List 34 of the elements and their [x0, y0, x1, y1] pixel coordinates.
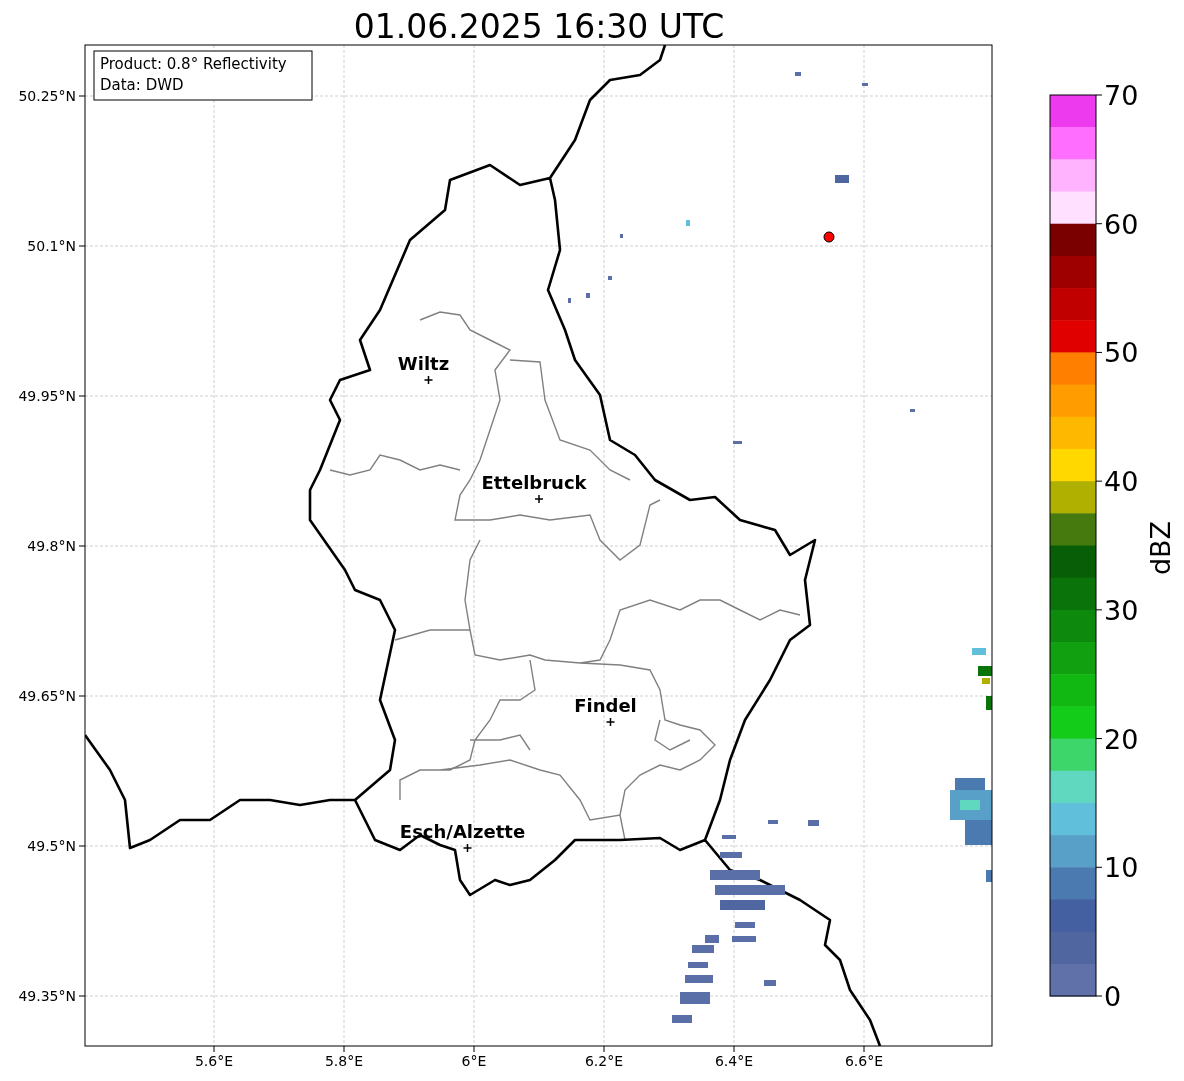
- latitude-label: 49.5°N: [27, 838, 76, 854]
- colorbar-tick-label: 20: [1104, 723, 1139, 755]
- colorbar-tick-label: 10: [1104, 852, 1139, 884]
- location-marker: [823, 231, 835, 243]
- colorbar-tick-label: 30: [1104, 594, 1139, 626]
- colorbar-tick-label: 0: [1104, 981, 1122, 1012]
- latitude-label: 49.95°N: [18, 388, 76, 404]
- colorbar-label: dBZ: [1145, 520, 1176, 576]
- latitude-label: 49.35°N: [18, 988, 76, 1004]
- colorbar-tick-label: 40: [1104, 466, 1139, 498]
- city-marker: [423, 375, 434, 385]
- latitude-label: 49.65°N: [18, 688, 76, 704]
- colorbar-tick-label: 60: [1104, 208, 1139, 240]
- longitude-label: 5.8°E: [324, 1053, 364, 1069]
- chart-title: 01.06.2025 16:30 UTC: [353, 7, 725, 46]
- colorbar-tick-label: 50: [1104, 337, 1139, 369]
- longitude-label: 6°E: [461, 1053, 487, 1069]
- longitude-label: 6.4°E: [714, 1053, 754, 1069]
- info-text: Data: DWD: [100, 76, 184, 94]
- info-text: Product: 0.8° Reflectivity: [100, 55, 287, 73]
- city-label: Ettelbruck: [481, 472, 587, 493]
- city-label: Findel: [574, 695, 637, 716]
- city-marker: [462, 843, 473, 853]
- latitude-label: 50.1°N: [27, 238, 76, 254]
- longitude-label: 6.6°E: [844, 1053, 884, 1069]
- city-marker: [605, 717, 616, 727]
- city-label: Wiltz: [397, 353, 450, 374]
- colorbar-tick-label: 70: [1104, 80, 1139, 111]
- latitude-label: 50.25°N: [18, 88, 76, 104]
- longitude-label: 5.6°E: [194, 1053, 234, 1069]
- latitude-label: 49.8°N: [27, 538, 76, 554]
- city-marker: [534, 494, 544, 504]
- longitude-label: 6.2°E: [584, 1053, 624, 1069]
- city-label: Esch/Alzette: [399, 821, 526, 842]
